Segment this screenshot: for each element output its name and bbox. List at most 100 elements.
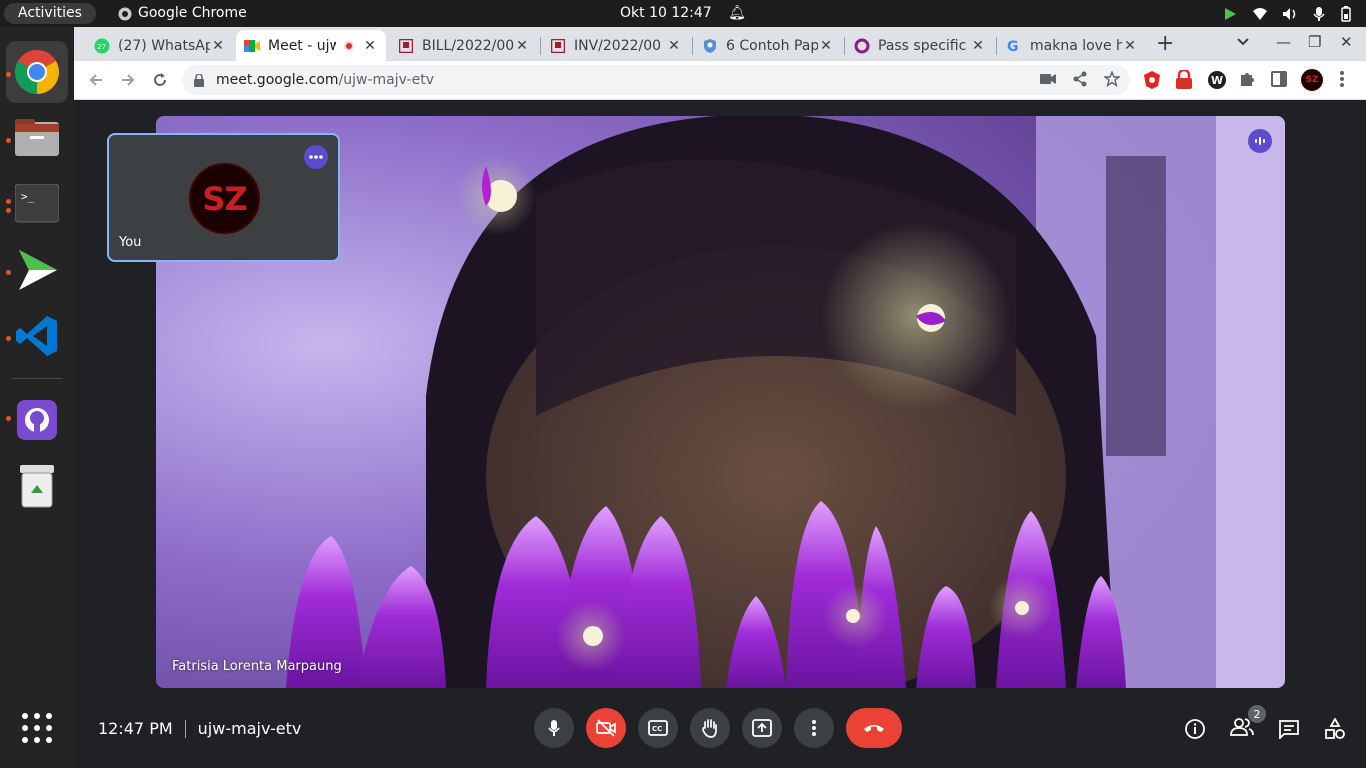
circle-icon: [854, 38, 870, 54]
forward-arrow-icon[interactable]: [120, 72, 136, 88]
clock-text: Okt 10 12:47: [620, 5, 712, 21]
system-top-bar: Activities Google Chrome Okt 10 12:47 🔔︎: [0, 0, 1366, 27]
lock-extension-icon[interactable]: [1175, 70, 1193, 90]
puzzle-icon[interactable]: [1239, 70, 1257, 88]
reload-icon[interactable]: [152, 72, 168, 88]
google-icon: G: [1006, 38, 1022, 54]
microphone-icon: [548, 720, 560, 736]
side-panel-icon[interactable]: [1271, 70, 1287, 88]
leave-call-button[interactable]: [846, 708, 902, 748]
share-icon[interactable]: [1072, 71, 1088, 87]
url-path: /ujw-majv-etv: [338, 72, 434, 88]
activities-icon[interactable]: [1324, 718, 1346, 740]
w-extension-icon[interactable]: W: [1207, 70, 1227, 90]
captions-icon: CC: [648, 720, 668, 736]
tab-close-icon[interactable]: ✕: [362, 38, 378, 54]
microphone-button[interactable]: [534, 708, 574, 748]
tab-meet[interactable]: Meet - ujw-majv-etv ✕: [236, 30, 386, 61]
tab-title: BILL/2022/00: [422, 37, 514, 54]
dock-chrome[interactable]: [6, 41, 68, 103]
tab-close-icon[interactable]: ✕: [818, 38, 834, 54]
svg-text:CC: CC: [652, 725, 662, 733]
tab-close-icon[interactable]: ✕: [514, 38, 530, 54]
dock-github[interactable]: [6, 389, 68, 451]
participant-name: Fatrisia Lorenta Marpaung: [172, 659, 342, 674]
tab-google[interactable]: G makna love h ✕: [998, 30, 1146, 61]
tab-whatsapp[interactable]: 27 (27) WhatsApp ✕: [86, 30, 234, 61]
back-arrow-icon[interactable]: [88, 72, 104, 88]
tab-title: makna love h: [1030, 37, 1122, 54]
minimize-button[interactable]: —: [1276, 33, 1291, 51]
extension-red-icon[interactable]: [1142, 70, 1162, 90]
meeting-time: 12:47 PM: [98, 719, 173, 738]
dock-play[interactable]: [6, 239, 68, 301]
more-options-button[interactable]: [794, 708, 834, 748]
more-vert-icon[interactable]: [1340, 70, 1344, 88]
captions-button[interactable]: CC: [638, 708, 678, 748]
chevron-down-icon[interactable]: [1236, 35, 1250, 49]
dock-vscode[interactable]: [6, 305, 68, 367]
browser-toolbar: meet.google.com/ujw-majv-etv W SZ: [74, 61, 1366, 100]
more-vert-icon: [812, 720, 816, 736]
tab-title: (27) WhatsApp: [118, 37, 210, 54]
tab-close-icon[interactable]: ✕: [1122, 38, 1138, 54]
running-indicator: [6, 138, 11, 143]
dock: >_: [0, 27, 74, 768]
svg-text:27: 27: [97, 43, 106, 51]
show-apps-button[interactable]: [6, 697, 68, 759]
app-grid-icon: [22, 713, 52, 743]
svg-text:G: G: [1007, 39, 1019, 54]
more-options-icon[interactable]: [304, 145, 328, 169]
present-screen-button[interactable]: [742, 708, 782, 748]
camera-off-icon: [596, 719, 616, 737]
clock[interactable]: Okt 10 12:47 🔔︎: [0, 0, 1366, 27]
dock-files[interactable]: [6, 107, 68, 169]
tab-close-icon[interactable]: ✕: [210, 38, 226, 54]
tab-inv[interactable]: INV/2022/00 ✕: [542, 30, 690, 61]
maximize-button[interactable]: ❐: [1308, 33, 1321, 51]
self-label: You: [119, 235, 142, 250]
profile-avatar[interactable]: SZ: [1301, 69, 1323, 91]
vscode-icon: [16, 316, 57, 356]
tab-title: Meet - ujw-majv-etv: [268, 37, 336, 54]
self-view-tile[interactable]: SZ You: [107, 133, 340, 262]
running-indicator: [6, 270, 11, 275]
lock-icon[interactable]: [194, 73, 204, 87]
raise-hand-button[interactable]: [690, 708, 730, 748]
chat-icon[interactable]: [1278, 719, 1300, 739]
camera-off-button[interactable]: [586, 708, 626, 748]
camera-icon[interactable]: [1040, 73, 1056, 85]
svg-text:W: W: [1211, 74, 1223, 87]
browser-window: 27 (27) WhatsApp ✕ Meet - ujw-majv-etv ✕…: [74, 27, 1366, 768]
new-tab-button[interactable]: +: [1156, 33, 1174, 55]
dock-trash[interactable]: [6, 455, 68, 517]
system-tray[interactable]: [1222, 0, 1352, 27]
tab-pass[interactable]: Pass specific ✕: [846, 30, 994, 61]
bookmark-star-icon[interactable]: [1104, 71, 1120, 87]
address-bar[interactable]: meet.google.com/ujw-majv-etv: [182, 65, 1130, 95]
divider: [184, 719, 186, 738]
call-controls: CC: [534, 708, 902, 748]
participant-count-badge: 2: [1248, 705, 1266, 723]
volume-icon: [1283, 7, 1296, 20]
dock-terminal[interactable]: >_: [6, 173, 68, 235]
notification-bell-icon: 🔔︎: [728, 5, 746, 21]
tab-close-icon[interactable]: ✕: [970, 38, 986, 54]
shield-icon: [702, 38, 718, 54]
tab-title: Pass specific: [878, 37, 967, 54]
tab-bill[interactable]: BILL/2022/00 ✕: [390, 30, 538, 61]
tab-close-icon[interactable]: ✕: [666, 38, 682, 54]
microphone-icon: [1313, 6, 1325, 21]
chrome-icon: [15, 50, 59, 94]
tab-contoh[interactable]: 6 Contoh Pap ✕: [694, 30, 842, 61]
info-icon[interactable]: [1184, 718, 1206, 740]
hang-up-icon: [864, 725, 884, 732]
tab-separator: [996, 37, 997, 55]
people-button[interactable]: 2: [1230, 705, 1266, 741]
tab-separator: [844, 37, 845, 55]
running-indicator: [6, 336, 11, 341]
close-window-button[interactable]: ✕: [1340, 33, 1353, 51]
meeting-code: ujw-majv-etv: [197, 719, 302, 738]
files-icon: [15, 119, 59, 156]
side-controls: 2: [1184, 705, 1346, 741]
